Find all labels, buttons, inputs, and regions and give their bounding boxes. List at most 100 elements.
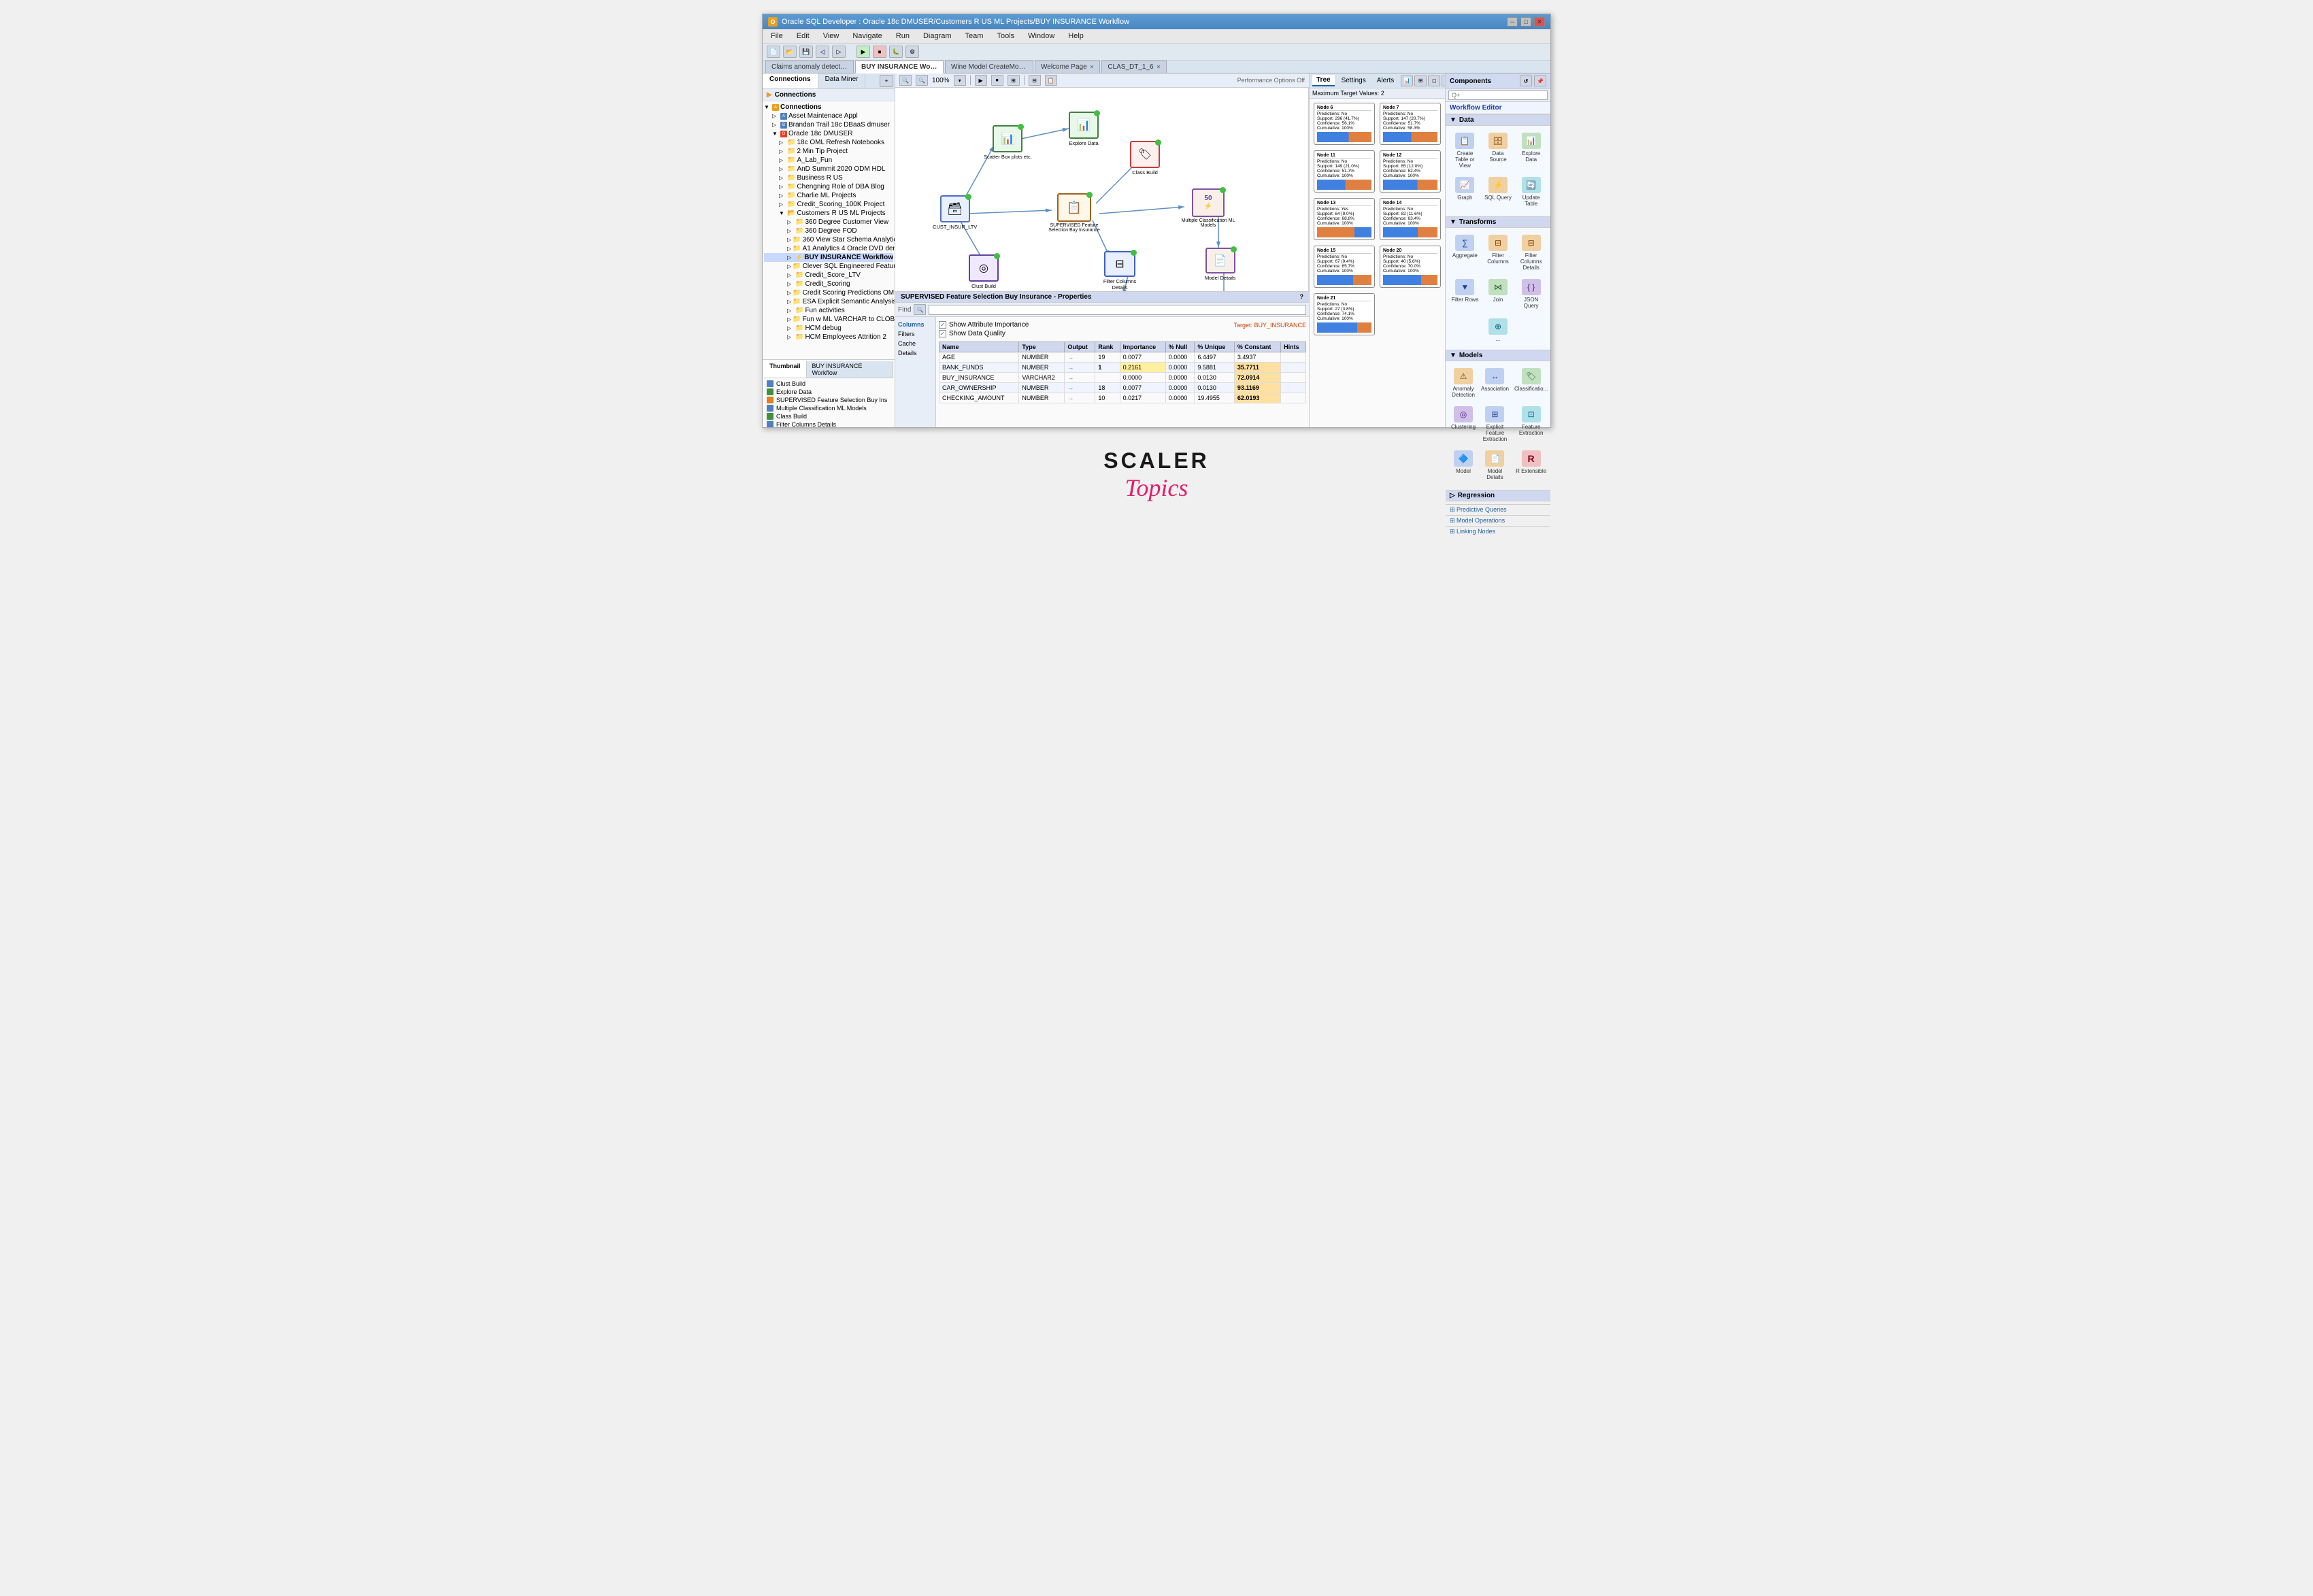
table-row[interactable]: BANK_FUNDS NUMBER → 1 0.2161 0.0000 9.58… — [939, 363, 1306, 373]
comp-anomaly-detection[interactable]: ⚠ Anomaly Detection — [1450, 365, 1477, 401]
tab-wine-model[interactable]: Wine Model CreateModel2 SQL script.sql✕ — [945, 61, 1033, 73]
sidebar-columns[interactable]: Columns — [898, 320, 933, 329]
comp-graph[interactable]: 📈 Graph — [1450, 174, 1480, 210]
stop-button[interactable]: ⏹ — [873, 46, 886, 58]
comp-pin-button[interactable]: 📌 — [1534, 76, 1546, 86]
grid-button[interactable]: ⊟ — [1029, 75, 1041, 86]
cust-insur-ltv-node[interactable]: 🗃 CUST_INSUR_LTV — [933, 195, 977, 230]
decision-node-7[interactable]: Node 7 Predictions: No Support: 147 (20.… — [1380, 103, 1441, 145]
comp-model[interactable]: 🔷 Model — [1450, 448, 1477, 483]
tree-credit-scoring-pred[interactable]: ▷ 📁 Credit Scoring Predictions OML — [764, 288, 893, 297]
comp-data-source[interactable]: 🗄 Data Source — [1483, 130, 1514, 171]
show-data-quality-check[interactable]: Show Data Quality — [939, 330, 1306, 337]
menu-edit[interactable]: Edit — [794, 31, 812, 41]
table-row[interactable]: CHECKING_AMOUNT NUMBER → 10 0.0217 0.000… — [939, 393, 1306, 403]
tree-oracle18c[interactable]: ▼ O Oracle 18c DMUSER — [764, 129, 893, 138]
menu-navigate[interactable]: Navigate — [850, 31, 884, 41]
tree-clever[interactable]: ▷ 📁 Clever SQL Engineered Feature — [764, 262, 893, 271]
menu-run[interactable]: Run — [893, 31, 912, 41]
list-item[interactable]: Explore Data — [764, 388, 893, 396]
comp-model-details[interactable]: 📄 Model Details — [1480, 448, 1510, 483]
tree-and[interactable]: ▷ 📁 AnD Summit 2020 ODM HDL — [764, 165, 893, 173]
zoom-out-button[interactable]: 🔍 — [916, 75, 928, 86]
tree-toolbar-icon3[interactable]: ◻ — [1428, 76, 1440, 86]
tree-fun[interactable]: ▷ 📁 Fun activities — [764, 306, 893, 315]
decision-node-11[interactable]: Node 11 Predictions: No Support: 149 (21… — [1314, 150, 1375, 193]
search-icon[interactable]: 🔍 — [914, 304, 926, 315]
models-section-header[interactable]: ▼ Models — [1446, 350, 1550, 361]
tree-credit-score-ltv[interactable]: ▷ 📁 Credit_Score_LTV — [764, 271, 893, 280]
transforms-section-header[interactable]: ▼ Transforms — [1446, 216, 1550, 228]
scatter-node[interactable]: 📊 Scatter Box plots etc. — [984, 125, 1032, 160]
menu-help[interactable]: Help — [1065, 31, 1086, 41]
decision-node-15[interactable]: Node 15 Predictions: No Support: 67 (9.4… — [1314, 246, 1375, 288]
comp-create-table[interactable]: 📋 Create Table or View — [1450, 130, 1480, 171]
explore-data-node[interactable]: 📊 Explore Data — [1069, 112, 1099, 146]
model-operations-link[interactable]: ⊞ Model Operations — [1446, 515, 1550, 526]
tree-business[interactable]: ▷ 📁 Business R US — [764, 173, 893, 182]
help-icon[interactable]: ? — [1300, 293, 1304, 301]
decision-node-21[interactable]: Node 21 Predictions: No Support: 27 (3.8… — [1314, 293, 1375, 335]
run-button[interactable]: ▶ — [856, 46, 870, 58]
sidebar-details[interactable]: Details — [898, 348, 933, 358]
comp-explore-data[interactable]: 📊 Explore Data — [1516, 130, 1546, 171]
save-button[interactable]: 💾 — [799, 46, 813, 58]
tree-credit-scoring[interactable]: ▷ 📁 Credit_Scoring_100K Project — [764, 200, 893, 209]
tree-notebooks[interactable]: ▷ 📁 18c OML Refresh Notebooks — [764, 138, 893, 147]
checkbox-icon[interactable] — [939, 330, 946, 337]
comp-search-input[interactable] — [1448, 90, 1548, 100]
comp-filter-columns[interactable]: ⊟ Filter Columns — [1483, 232, 1514, 273]
comp-explicit-feature[interactable]: ⊞ Explicit Feature Extraction — [1480, 403, 1510, 445]
stop-workflow-button[interactable]: ⏹ — [991, 75, 1003, 86]
workflow-canvas[interactable]: 🗃 CUST_INSUR_LTV 📊 Scatter Box plots etc… — [895, 88, 1309, 291]
rt-settings-tab[interactable]: Settings — [1337, 76, 1370, 86]
rt-tree-tab[interactable]: Tree — [1312, 75, 1335, 86]
decision-node-12[interactable]: Node 12 Predictions: No Support: 85 (12.… — [1380, 150, 1441, 193]
menu-diagram[interactable]: Diagram — [920, 31, 954, 41]
tree-hcm-attrition[interactable]: ▷ 📁 HCM Employees Attrition 2 — [764, 333, 893, 342]
comp-filter-columns-details[interactable]: ⊟ Filter Columns Details — [1516, 232, 1546, 273]
comp-refresh-button[interactable]: ↺ — [1520, 76, 1532, 86]
tree-buy-insurance[interactable]: ▷ ⚡ BUY INSURANCE Workflow — [764, 253, 893, 262]
tree-360-star[interactable]: ▷ 📁 360 View Star Schema Analytic — [764, 235, 893, 244]
zoom-dropdown[interactable]: ▾ — [954, 75, 966, 86]
close-button[interactable]: ✕ — [1534, 17, 1545, 27]
open-button[interactable]: 📂 — [783, 46, 797, 58]
tree-fun-varchar[interactable]: ▷ 📁 Fun w ML VARCHAR to CLOB — [764, 315, 893, 324]
add-connection-button[interactable]: + — [880, 75, 893, 87]
new-button[interactable]: 📄 — [767, 46, 780, 58]
checkbox-icon[interactable] — [939, 321, 946, 329]
layout-button[interactable]: ⊞ — [1008, 75, 1020, 86]
show-attr-importance-check[interactable]: Show Attribute Importance Target: BUY_IN… — [939, 321, 1306, 329]
minimize-button[interactable]: ─ — [1507, 17, 1518, 27]
rt-alerts-tab[interactable]: Alerts — [1373, 76, 1399, 86]
tree-charlie[interactable]: ▷ 📁 Charlie ML Projects — [764, 191, 893, 200]
zoom-in-button[interactable]: 🔍 — [899, 75, 912, 86]
decision-node-14[interactable]: Node 14 Predictions: No Support: 82 (11.… — [1380, 198, 1441, 240]
comp-transform-more[interactable]: ⊕ ... — [1487, 316, 1509, 345]
debug-button[interactable]: 🐛 — [889, 46, 903, 58]
supervised-node[interactable]: 📋 SUPERVISED Feature Selection Buy Insur… — [1044, 193, 1105, 233]
tab-claims[interactable]: Claims anomaly detection script.sql✕ — [765, 61, 854, 73]
decision-node-20[interactable]: Node 20 Predictions: No Support: 40 (5.6… — [1380, 246, 1441, 288]
back-button[interactable]: ◁ — [816, 46, 829, 58]
tree-connections-root[interactable]: ▼ A Connections — [764, 103, 893, 112]
comp-clustering[interactable]: ◎ Clustering — [1450, 403, 1477, 445]
comp-update-table[interactable]: 🔄 Update Table — [1516, 174, 1546, 210]
comp-filter-rows[interactable]: ▼ Filter Rows — [1450, 276, 1480, 312]
tree-hcm-debug[interactable]: ▷ 📁 HCM debug — [764, 324, 893, 333]
comp-join[interactable]: ⋈ Join — [1483, 276, 1514, 312]
sidebar-cache[interactable]: Cache — [898, 339, 933, 348]
tree-lab[interactable]: ▷ 📁 A_Lab_Fun — [764, 156, 893, 165]
decision-node-6[interactable]: Node 6 Predictions: No Support: 296 (41.… — [1314, 103, 1375, 145]
tree-2min[interactable]: ▷ 📁 2 Min Tip Project — [764, 147, 893, 156]
comp-r-extensible[interactable]: R R Extensible — [1513, 448, 1549, 483]
tree-changging[interactable]: ▷ 📁 Chengning Role of DBA Blog — [764, 182, 893, 191]
tree-brandan[interactable]: ▷ B Brandan Trail 18c DBaaS dmuser — [764, 120, 893, 129]
list-item[interactable]: Clust Build — [764, 380, 893, 388]
tab-buy-insurance[interactable]: BUY INSURANCE Workflow✕ — [855, 61, 944, 73]
data-section-header[interactable]: ▼ Data — [1446, 114, 1550, 126]
tree-customers[interactable]: ▼ 📂 Customers R US ML Projects — [764, 209, 893, 218]
tab-clas-dt[interactable]: CLAS_DT_1_6✕ — [1101, 61, 1167, 73]
search-input[interactable] — [929, 305, 1306, 315]
